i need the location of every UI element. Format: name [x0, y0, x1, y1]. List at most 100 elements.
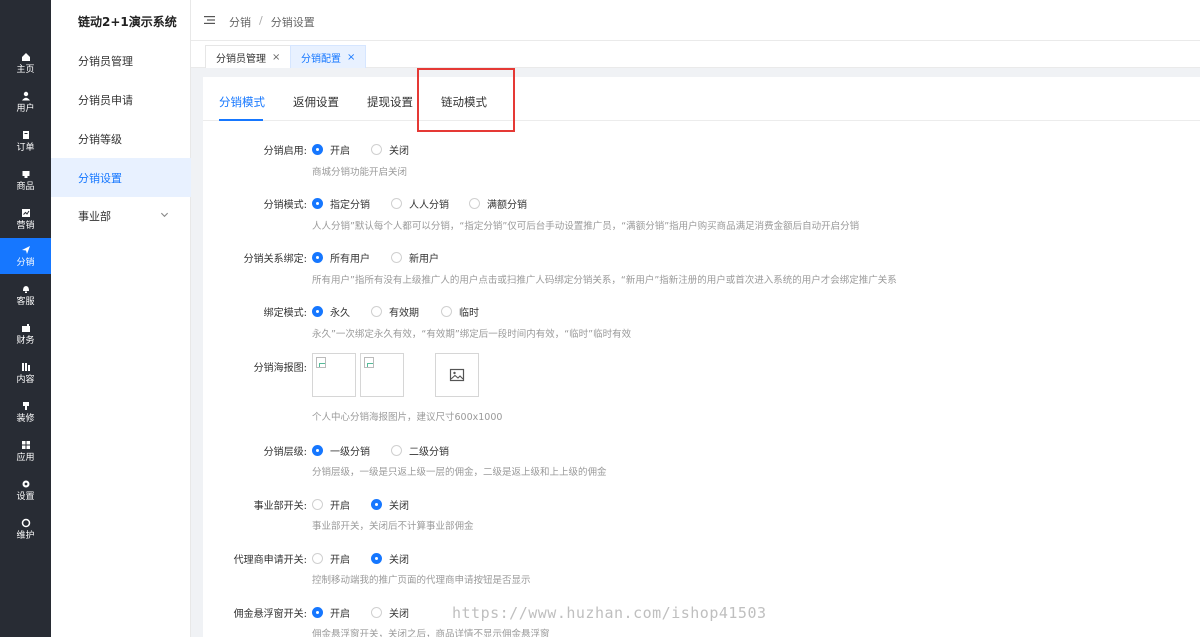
poster-image-2[interactable]	[360, 353, 404, 397]
close-icon[interactable]: ×	[347, 52, 355, 63]
breadcrumb-item[interactable]: 分销	[229, 14, 251, 30]
rail-item-distribution[interactable]: 分销	[0, 238, 51, 274]
sub-item-division[interactable]: 事业部	[51, 196, 191, 235]
gear-icon	[20, 478, 32, 490]
radio-checked	[371, 553, 382, 564]
sub-item-distributor-manage[interactable]: 分销员管理	[51, 41, 191, 80]
page-tab-distributor-manage[interactable]: 分销员管理 ×	[205, 45, 292, 68]
option-label: 指定分销	[330, 200, 370, 211]
rail-label: 内容	[16, 374, 35, 385]
active-tab-indicator	[219, 119, 263, 121]
close-icon[interactable]: ×	[272, 52, 280, 63]
option-label: 满额分销	[487, 200, 527, 211]
rail-label: 设置	[16, 491, 35, 502]
poster-upload-button[interactable]	[435, 353, 479, 397]
sub-item-distributor-apply[interactable]: 分销员申请	[51, 80, 191, 119]
poster-hint: 个人中心分销海报图片，建议尺寸600x1000	[312, 412, 503, 423]
division-option-off[interactable]: 关闭	[371, 497, 409, 512]
rail-label: 应用	[16, 452, 35, 463]
float-option-off[interactable]: 关闭	[371, 605, 409, 620]
mode-option-full-amount[interactable]: 满额分销	[469, 196, 527, 211]
maintain-icon	[20, 517, 32, 529]
option-label: 人人分销	[409, 200, 449, 211]
radio-checked	[312, 252, 323, 263]
product-icon	[20, 168, 32, 180]
radio-unchecked	[371, 144, 382, 155]
level-option-one[interactable]: 一级分销	[312, 443, 370, 458]
rail-label: 用户	[16, 103, 35, 114]
order-icon	[20, 129, 32, 141]
sub-sidebar: 链动2+1演示系统 分销员管理 分销员申请 分销等级 分销设置 事业部	[51, 0, 191, 637]
page-tab-bar: 分销员管理 × 分销配置 ×	[191, 41, 1200, 68]
sub-item-distribution-level[interactable]: 分销等级	[51, 119, 191, 158]
main-nav-rail: 主页 用户 订单 商品 营销 分销 客服 财务 内容 装修 应用 设置 维护	[0, 0, 51, 637]
rail-item-decorate[interactable]: 装修	[0, 394, 51, 430]
radio-checked	[312, 198, 323, 209]
rail-item-home[interactable]: 主页	[0, 45, 51, 81]
option-label: 有效期	[389, 308, 419, 319]
breadcrumb: 分销 / 分销设置	[229, 14, 315, 30]
page-tab-label: 分销员管理	[216, 53, 266, 65]
rail-label: 营销	[16, 220, 35, 231]
radio-unchecked	[312, 553, 323, 564]
enable-option-on[interactable]: 开启	[312, 142, 350, 157]
annotation-highlight-box	[417, 68, 515, 132]
option-label: 关闭	[389, 555, 409, 566]
binding-option-all[interactable]: 所有用户	[312, 250, 370, 265]
option-label: 关闭	[389, 609, 409, 620]
bind-mode-option-permanent[interactable]: 永久	[312, 304, 350, 319]
poster-image-1[interactable]	[312, 353, 356, 397]
agent-option-off[interactable]: 关闭	[371, 551, 409, 566]
content-tabs: 分销模式 返佣设置 提现设置 链动模式	[203, 77, 1200, 121]
agent-option-on[interactable]: 开启	[312, 551, 350, 566]
rail-item-marketing[interactable]: 营销	[0, 201, 51, 237]
chevron-down-icon	[160, 212, 169, 218]
option-label: 二级分销	[409, 447, 449, 458]
page-tab-label: 分销配置	[301, 53, 341, 65]
mode-option-everyone[interactable]: 人人分销	[391, 196, 449, 211]
bind-mode-option-temporary[interactable]: 临时	[441, 304, 479, 319]
float-label: 佣金悬浮窗开关:	[233, 609, 307, 620]
page-tab-distribution-config[interactable]: 分销配置 ×	[290, 45, 367, 68]
option-label: 临时	[459, 308, 479, 319]
sub-item-distribution-settings[interactable]: 分销设置	[51, 158, 191, 197]
agent-label: 代理商申请开关:	[233, 555, 307, 566]
level-hint: 分销层级，一级是只返上级一层的佣金，二级是返上级和上上级的佣金	[312, 467, 607, 478]
sub-item-label: 分销员管理	[78, 54, 133, 68]
level-option-two[interactable]: 二级分销	[391, 443, 449, 458]
enable-option-off[interactable]: 关闭	[371, 142, 409, 157]
division-label: 事业部开关:	[253, 501, 307, 512]
enable-hint: 商城分销功能开启关闭	[312, 167, 408, 178]
rail-item-finance[interactable]: 财务	[0, 316, 51, 352]
menu-fold-icon[interactable]	[204, 15, 215, 25]
rail-item-service[interactable]: 客服	[0, 277, 51, 313]
rail-label: 商品	[16, 181, 35, 192]
binding-option-new[interactable]: 新用户	[391, 250, 439, 265]
tab-commission-settings[interactable]: 返佣设置	[293, 94, 339, 110]
bind-mode-option-valid-period[interactable]: 有效期	[371, 304, 419, 319]
tab-distribution-mode[interactable]: 分销模式	[219, 94, 265, 110]
rail-item-apps[interactable]: 应用	[0, 433, 51, 469]
radio-unchecked	[391, 198, 402, 209]
rail-item-order[interactable]: 订单	[0, 123, 51, 159]
rail-item-product[interactable]: 商品	[0, 162, 51, 198]
rail-item-maintain[interactable]: 维护	[0, 511, 51, 547]
rail-item-content[interactable]: 内容	[0, 355, 51, 391]
rail-label: 财务	[16, 335, 35, 346]
mode-option-designated[interactable]: 指定分销	[312, 196, 370, 211]
division-hint: 事业部开关，关闭后不计算事业部佣金	[312, 521, 474, 532]
rail-label: 分销	[16, 257, 35, 268]
tab-withdraw-settings[interactable]: 提现设置	[367, 94, 413, 110]
division-option-on[interactable]: 开启	[312, 497, 350, 512]
radio-checked	[312, 306, 323, 317]
top-header: 分销 / 分销设置	[191, 0, 1200, 41]
image-icon	[449, 368, 465, 382]
rail-label: 客服	[16, 296, 35, 307]
apps-icon	[20, 439, 32, 451]
float-option-on[interactable]: 开启	[312, 605, 350, 620]
option-label: 关闭	[389, 146, 409, 157]
home-icon	[20, 51, 32, 63]
option-label: 永久	[330, 308, 350, 319]
rail-item-settings[interactable]: 设置	[0, 472, 51, 508]
rail-item-user[interactable]: 用户	[0, 84, 51, 120]
